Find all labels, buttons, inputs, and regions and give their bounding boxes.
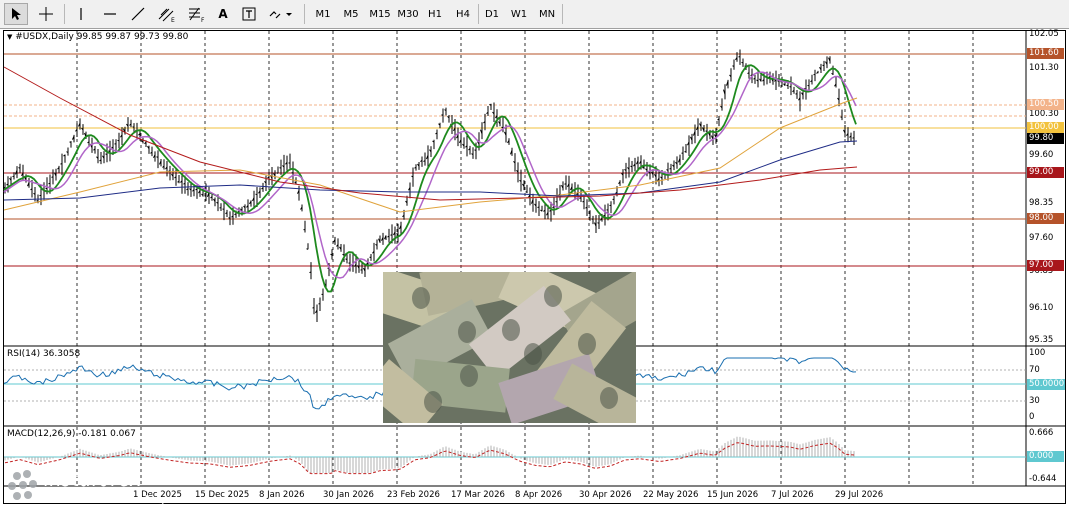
chart-header: ▼ #USDX,Daily 99.85 99.87 99.73 99.80 xyxy=(7,32,188,42)
price-bar-tick xyxy=(411,175,414,178)
level-box-current-price: 99.80 xyxy=(1027,133,1064,144)
macd-tick: -0.644 xyxy=(1029,474,1057,484)
price-bar-tick xyxy=(369,256,372,259)
price-tick: 100.30 xyxy=(1029,109,1059,119)
price-tick: 96.10 xyxy=(1029,303,1054,313)
logo-name: instaforex xyxy=(43,469,141,491)
date-tick: 29 Jul 2026 xyxy=(835,490,884,500)
macd-zero-box: 0.000 xyxy=(1027,451,1064,462)
symbol-ohlc-label: #USDX,Daily 99.85 99.87 99.73 99.80 xyxy=(15,32,189,42)
price-tick: 98.35 xyxy=(1029,198,1054,208)
level-box-100-00: 100.00 xyxy=(1027,122,1064,133)
date-tick: 22 May 2026 xyxy=(643,490,699,500)
macd-tick: 0.666 xyxy=(1029,428,1054,438)
price-tick: 102.05 xyxy=(1029,29,1059,39)
date-tick: 7 Jul 2026 xyxy=(771,490,814,500)
level-box-99-00: 99.00 xyxy=(1027,167,1064,178)
price-tick: 97.60 xyxy=(1029,233,1054,243)
price-bar-tick xyxy=(537,206,540,208)
rsi-tick: 30 xyxy=(1029,396,1040,406)
price-bar-tick xyxy=(738,55,741,58)
price-bar-tick xyxy=(474,149,477,151)
rsi-label: RSI(14) 36.3058 xyxy=(7,349,81,359)
rsi-tick: 100 xyxy=(1029,348,1046,358)
level-box-97-00: 97.00 xyxy=(1027,260,1064,271)
price-bar-tick xyxy=(795,93,798,95)
price-bar-tick xyxy=(309,271,312,274)
price-bar-tick xyxy=(816,71,819,74)
chart-canvas[interactable] xyxy=(0,0,1069,510)
price-bar-tick xyxy=(441,114,444,116)
price-bar-tick xyxy=(156,156,159,158)
date-tick: 8 Apr 2026 xyxy=(515,490,563,500)
ma-fast-line xyxy=(3,64,857,293)
instaforex-logo: instaforex Instant Forex Trading xyxy=(3,466,181,506)
ma-medium-line xyxy=(3,71,857,279)
date-tick: 15 Dec 2025 xyxy=(195,490,250,500)
price-bar-tick xyxy=(204,195,207,197)
price-tick: 95.35 xyxy=(1029,335,1054,345)
rsi-level-box: 50.0000 xyxy=(1027,379,1065,390)
price-tick: 101.30 xyxy=(1029,63,1059,73)
price-bar-tick xyxy=(564,183,567,185)
price-bar-tick xyxy=(51,176,54,178)
rsi-tick: 70 xyxy=(1029,365,1040,375)
price-bar-tick xyxy=(279,167,282,169)
date-tick: 23 Feb 2026 xyxy=(387,490,440,500)
price-bar-tick xyxy=(597,222,600,224)
price-bar-tick xyxy=(345,258,348,261)
price-bar-tick xyxy=(591,218,594,220)
date-tick: 15 Jun 2026 xyxy=(707,490,759,500)
date-tick: 17 Mar 2026 xyxy=(451,490,505,500)
price-bar-tick xyxy=(732,65,735,67)
chart-menu-icon[interactable]: ▼ xyxy=(7,33,12,41)
price-bar-tick xyxy=(603,214,606,217)
price-bar-tick xyxy=(60,163,63,165)
price-bar-tick xyxy=(852,137,855,139)
date-tick: 30 Apr 2026 xyxy=(579,490,632,500)
macd-label: MACD(12,26,9) -0.181 0.067 xyxy=(7,429,136,439)
price-bar-tick xyxy=(342,253,345,256)
level-box-101-60: 101.60 xyxy=(1027,48,1064,59)
logo-tagline: Instant Forex Trading xyxy=(49,493,165,506)
price-bar-tick xyxy=(306,248,309,250)
price-bar-tick xyxy=(18,167,21,169)
price-bar-tick xyxy=(48,182,51,185)
price-bar-tick xyxy=(276,172,279,174)
price-bar-tick xyxy=(741,61,744,64)
date-tick: 30 Jan 2026 xyxy=(323,490,374,500)
price-tick: 99.60 xyxy=(1029,150,1054,160)
level-box-98-00: 98.00 xyxy=(1027,213,1064,224)
dollar-banknotes-photo xyxy=(383,272,636,423)
rsi-tick: 0 xyxy=(1029,412,1035,422)
date-tick: 8 Jan 2026 xyxy=(259,490,305,500)
price-bar-tick xyxy=(669,167,672,170)
level-box-100-50: 100.50 xyxy=(1027,99,1064,110)
